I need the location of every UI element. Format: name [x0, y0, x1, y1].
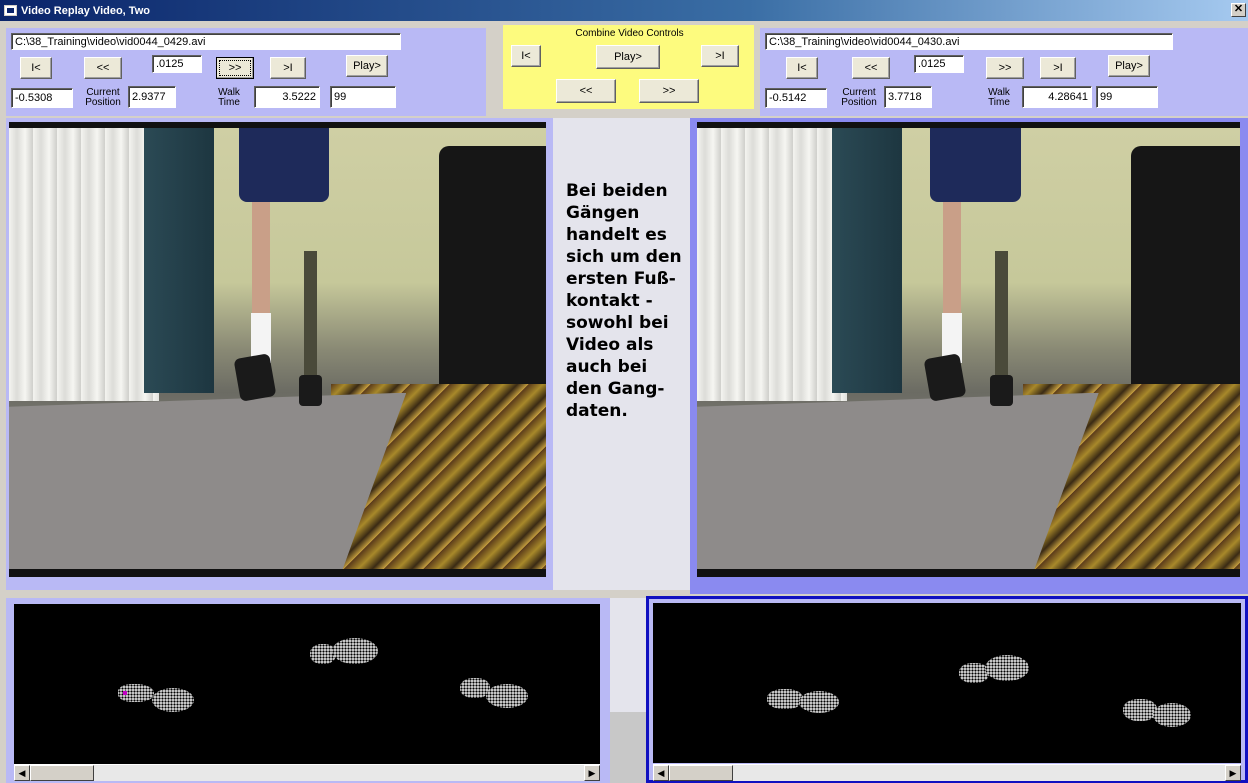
left-extra-field[interactable]: 99	[330, 86, 396, 108]
title-bar: Video Replay Video, Two ✕	[0, 0, 1248, 21]
footprint	[767, 689, 803, 709]
right-play-button[interactable]: Play>	[1108, 55, 1150, 77]
footprint	[1153, 703, 1191, 727]
footprint	[985, 655, 1029, 681]
right-file-path-field[interactable]: C:\38_Training\video\vid0044_0430.avi	[765, 33, 1173, 50]
scroll-thumb[interactable]	[669, 765, 733, 781]
right-control-panel: C:\38_Training\video\vid0044_0430.avi I<…	[760, 28, 1248, 116]
annotation-text: Bei beiden Gängen handelt es sich um den…	[566, 181, 682, 421]
combine-controls-title: Combine Video Controls	[575, 28, 684, 39]
left-go-start-button[interactable]: I<	[20, 57, 52, 79]
footprint	[332, 638, 378, 664]
left-walk-time-label: Walk Time	[218, 87, 240, 108]
right-footprint-scrollbar[interactable]: ◀ ▶	[653, 764, 1241, 781]
scroll-right-icon[interactable]: ▶	[584, 765, 600, 781]
right-step-back-button[interactable]: <<	[852, 57, 890, 79]
marker	[123, 691, 127, 695]
app-icon	[4, 5, 17, 16]
right-video-display[interactable]	[697, 122, 1240, 577]
footprint	[1123, 699, 1157, 721]
bottom-center-block	[610, 712, 646, 783]
right-step-forward-button[interactable]: >>	[986, 57, 1024, 79]
combine-go-end-button[interactable]: >I	[701, 45, 739, 67]
walking-person	[224, 128, 353, 437]
right-extra-field[interactable]: 99	[1096, 86, 1158, 108]
left-video-image	[9, 128, 546, 569]
left-play-button[interactable]: Play>	[346, 55, 388, 77]
right-walk-time-label: Walk Time	[988, 87, 1010, 108]
footprint	[799, 691, 839, 713]
drape	[144, 128, 214, 393]
left-step-size-field[interactable]: .0125	[152, 55, 202, 73]
right-current-position-label: Current Position	[841, 87, 877, 108]
left-step-back-button[interactable]: <<	[84, 57, 122, 79]
right-current-position-field[interactable]: 3.7718	[884, 86, 932, 108]
left-video-frame	[6, 118, 553, 590]
combine-go-start-button[interactable]: I<	[511, 45, 541, 67]
left-file-path-field[interactable]: C:\38_Training\video\vid0044_0429.avi	[11, 33, 401, 50]
curtain	[9, 128, 159, 402]
right-video-image	[697, 128, 1240, 569]
right-video-frame	[690, 118, 1248, 594]
right-go-end-button[interactable]: >I	[1040, 57, 1076, 79]
right-walk-time-field[interactable]: 4.28641	[1022, 86, 1092, 108]
left-current-position-label: Current Position	[85, 87, 121, 108]
left-go-end-button[interactable]: >I	[270, 57, 306, 79]
luggage	[438, 145, 546, 402]
scroll-thumb[interactable]	[30, 765, 94, 781]
left-control-panel: C:\38_Training\video\vid0044_0429.avi I<…	[6, 28, 486, 116]
window-title: Video Replay Video, Two	[21, 4, 150, 17]
left-video-display[interactable]	[9, 122, 546, 577]
combine-control-panel: Combine Video Controls I< Play> >I << >>	[502, 24, 755, 110]
footprint	[486, 684, 528, 708]
footprint	[152, 688, 194, 712]
right-step-size-field[interactable]: .0125	[914, 55, 964, 73]
right-offset-field[interactable]: -0.5142	[765, 88, 827, 108]
right-footprint-display[interactable]	[653, 603, 1241, 763]
right-go-start-button[interactable]: I<	[786, 57, 818, 79]
curtain	[697, 128, 847, 402]
combine-step-forward-button[interactable]: >>	[639, 79, 699, 103]
left-footprint-frame: ◀ ▶	[6, 598, 610, 783]
left-current-position-field[interactable]: 2.9377	[128, 86, 176, 108]
left-offset-field[interactable]: -0.5308	[11, 88, 73, 108]
left-footprint-display[interactable]	[14, 604, 600, 764]
combine-step-back-button[interactable]: <<	[556, 79, 616, 103]
walking-person	[914, 128, 1044, 437]
scroll-left-icon[interactable]: ◀	[653, 765, 669, 781]
scroll-left-icon[interactable]: ◀	[14, 765, 30, 781]
close-button[interactable]: ✕	[1231, 3, 1246, 17]
left-step-forward-button[interactable]: >>	[216, 57, 254, 79]
right-footprint-frame: ◀ ▶	[646, 596, 1248, 783]
scroll-right-icon[interactable]: ▶	[1225, 765, 1241, 781]
drape	[832, 128, 902, 393]
left-walk-time-field[interactable]: 3.5222	[254, 86, 320, 108]
combine-play-button[interactable]: Play>	[596, 45, 660, 69]
left-footprint-scrollbar[interactable]: ◀ ▶	[14, 764, 600, 781]
luggage	[1131, 145, 1240, 402]
